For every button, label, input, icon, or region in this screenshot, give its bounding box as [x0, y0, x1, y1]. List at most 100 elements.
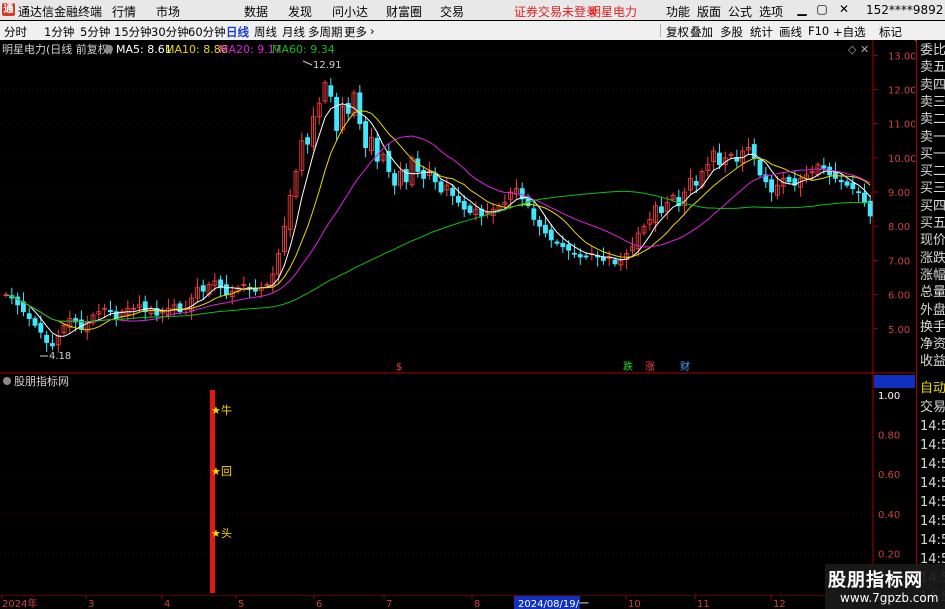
- watermark-title: 股朋指标网: [828, 570, 923, 591]
- candle-body: [438, 181, 444, 193]
- chevron-right-icon[interactable]: ›: [370, 24, 375, 38]
- candle-body: [421, 170, 427, 179]
- tool-adjust[interactable]: 复权: [666, 24, 689, 40]
- candle-body: [357, 92, 363, 125]
- candle-body: [467, 205, 473, 213]
- trade-mode-label[interactable]: 交易: [920, 399, 945, 416]
- candle-body: [769, 179, 775, 193]
- tool-f10[interactable]: F10: [808, 24, 829, 38]
- tool-add-favorite[interactable]: +自选: [833, 24, 866, 40]
- date-axis-label: 10: [628, 599, 641, 609]
- menu-quotes[interactable]: 行情: [112, 3, 136, 20]
- candle-body: [612, 259, 618, 265]
- tool-multi-stock[interactable]: 多股: [720, 24, 743, 40]
- tool-stats[interactable]: 统计: [750, 24, 773, 40]
- quote-side-panel: 委比 卖五 卖四 卖三 卖二 卖一 买一 买二 买三 买四 买五 现价 涨跌 涨幅 总量 外盘 换手 净资 收益 自…: [916, 40, 945, 609]
- app-title: 通达信金融终端: [18, 5, 103, 19]
- chart-settings-icon[interactable]: ◇: [848, 43, 857, 56]
- trade-login-status[interactable]: 证券交易未登录: [514, 3, 598, 20]
- candle-body: [26, 313, 32, 319]
- quote-field-label: 买一: [920, 146, 945, 162]
- signal-label-return: 回: [221, 465, 232, 478]
- candle-body: [455, 196, 461, 203]
- tick-time-label: 14:56: [920, 457, 945, 472]
- tick-time-label: 14:56: [920, 514, 945, 529]
- candle-body: [862, 192, 867, 203]
- menu-function[interactable]: 功能: [666, 3, 690, 20]
- trade-mode-label[interactable]: 自动: [920, 380, 945, 397]
- menu-layout[interactable]: 版面: [697, 3, 721, 20]
- menu-formula[interactable]: 公式: [728, 3, 752, 20]
- candle-body: [537, 220, 543, 227]
- signal-star-3: ★: [211, 527, 221, 540]
- sub-axis-label: 1.00: [878, 391, 900, 402]
- period-multi[interactable]: 多周期: [308, 24, 343, 40]
- quote-field-label: 委比: [920, 43, 945, 58]
- candle-body: [572, 252, 577, 255]
- period-intraday[interactable]: 分时: [4, 24, 27, 40]
- period-weekly[interactable]: 周线: [254, 24, 277, 40]
- period-more[interactable]: 更多: [344, 24, 367, 40]
- maximize-button[interactable]: ▢: [814, 2, 830, 17]
- menu-ask[interactable]: 问小达: [332, 3, 368, 20]
- date-axis-label: 12: [773, 599, 786, 609]
- minimize-button[interactable]: ▁: [794, 2, 810, 17]
- candle-body: [223, 284, 229, 296]
- toolbar-divider: [660, 24, 661, 37]
- menu-market[interactable]: 市场: [156, 3, 180, 20]
- sub-settings-icon[interactable]: [3, 377, 11, 385]
- tool-overlay[interactable]: 叠加: [690, 24, 713, 40]
- quote-field-label: 卖二: [920, 112, 945, 128]
- date-axis-label: 6: [316, 599, 322, 609]
- candle-body: [856, 191, 862, 194]
- app-logo-icon: 通: [2, 3, 15, 16]
- period-daily[interactable]: 日线: [226, 24, 249, 40]
- period-60min[interactable]: 60分钟: [188, 24, 226, 40]
- quote-field-label: 买二: [920, 164, 945, 180]
- menu-options[interactable]: 选项: [759, 3, 783, 20]
- signal-star-1: ★: [211, 404, 221, 417]
- date-axis-label: 2024年: [2, 597, 37, 609]
- quote-field-label: 卖三: [920, 94, 945, 110]
- period-30min[interactable]: 30分钟: [151, 24, 189, 40]
- period-toolbar: 分时 1分钟 5分钟 15分钟 30分钟 60分钟 日线 周线 月线 多周期 更…: [0, 21, 945, 41]
- period-5min[interactable]: 5分钟: [80, 24, 110, 40]
- candle-body: [50, 343, 55, 347]
- date-axis: 2024年 3 4 5 6 7 8 2024/08/19/一 10 11 12: [0, 596, 915, 609]
- date-axis-label: 5: [238, 599, 244, 609]
- candle-body: [850, 182, 856, 190]
- menu-trade[interactable]: 交易: [440, 3, 464, 20]
- tool-mark[interactable]: 标记: [879, 24, 902, 40]
- candle-body: [577, 254, 583, 258]
- tool-draw[interactable]: 画线: [779, 24, 802, 40]
- quote-field-label: 卖四: [920, 77, 945, 93]
- candle-body: [659, 206, 664, 213]
- period-15min[interactable]: 15分钟: [114, 24, 152, 40]
- candle-body: [374, 137, 380, 162]
- quote-field-label: 买三: [920, 181, 945, 197]
- ma60-value: MA60: 9.34: [272, 43, 335, 56]
- main-chart-title: 明星电力(日线 前复权): [2, 42, 113, 56]
- candle-body: [844, 181, 850, 186]
- close-button[interactable]: ✕: [836, 2, 852, 17]
- settings-dot-icon[interactable]: [105, 45, 113, 53]
- candle-body: [601, 256, 606, 261]
- chart-close-icon[interactable]: ✕: [860, 43, 869, 56]
- candle-body: [38, 322, 44, 333]
- date-axis-label: 2024/08/19/一: [518, 599, 589, 609]
- account-id[interactable]: 152****9892: [866, 3, 943, 17]
- current-stock-name: 明星电力: [589, 5, 638, 19]
- period-1min[interactable]: 1分钟: [44, 24, 74, 40]
- menu-discover[interactable]: 发现: [288, 3, 312, 20]
- quote-field-label: 买五: [920, 216, 945, 231]
- signal-label-head: 头: [221, 527, 232, 540]
- menu-wealth[interactable]: 财富圈: [386, 3, 422, 20]
- price-axis-label: 6.00: [888, 291, 910, 302]
- candle-body: [838, 180, 844, 183]
- candle-body: [583, 255, 589, 258]
- signal-star-2: ★: [211, 465, 221, 478]
- low-price-label: 4.18: [49, 351, 71, 362]
- kline-chart[interactable]: 13.00 12.00 11.00 10.00 9.00 8.00 7.00 6.00 5.00…: [0, 40, 915, 596]
- menu-data[interactable]: 数据: [244, 3, 268, 20]
- period-monthly[interactable]: 月线: [282, 24, 305, 40]
